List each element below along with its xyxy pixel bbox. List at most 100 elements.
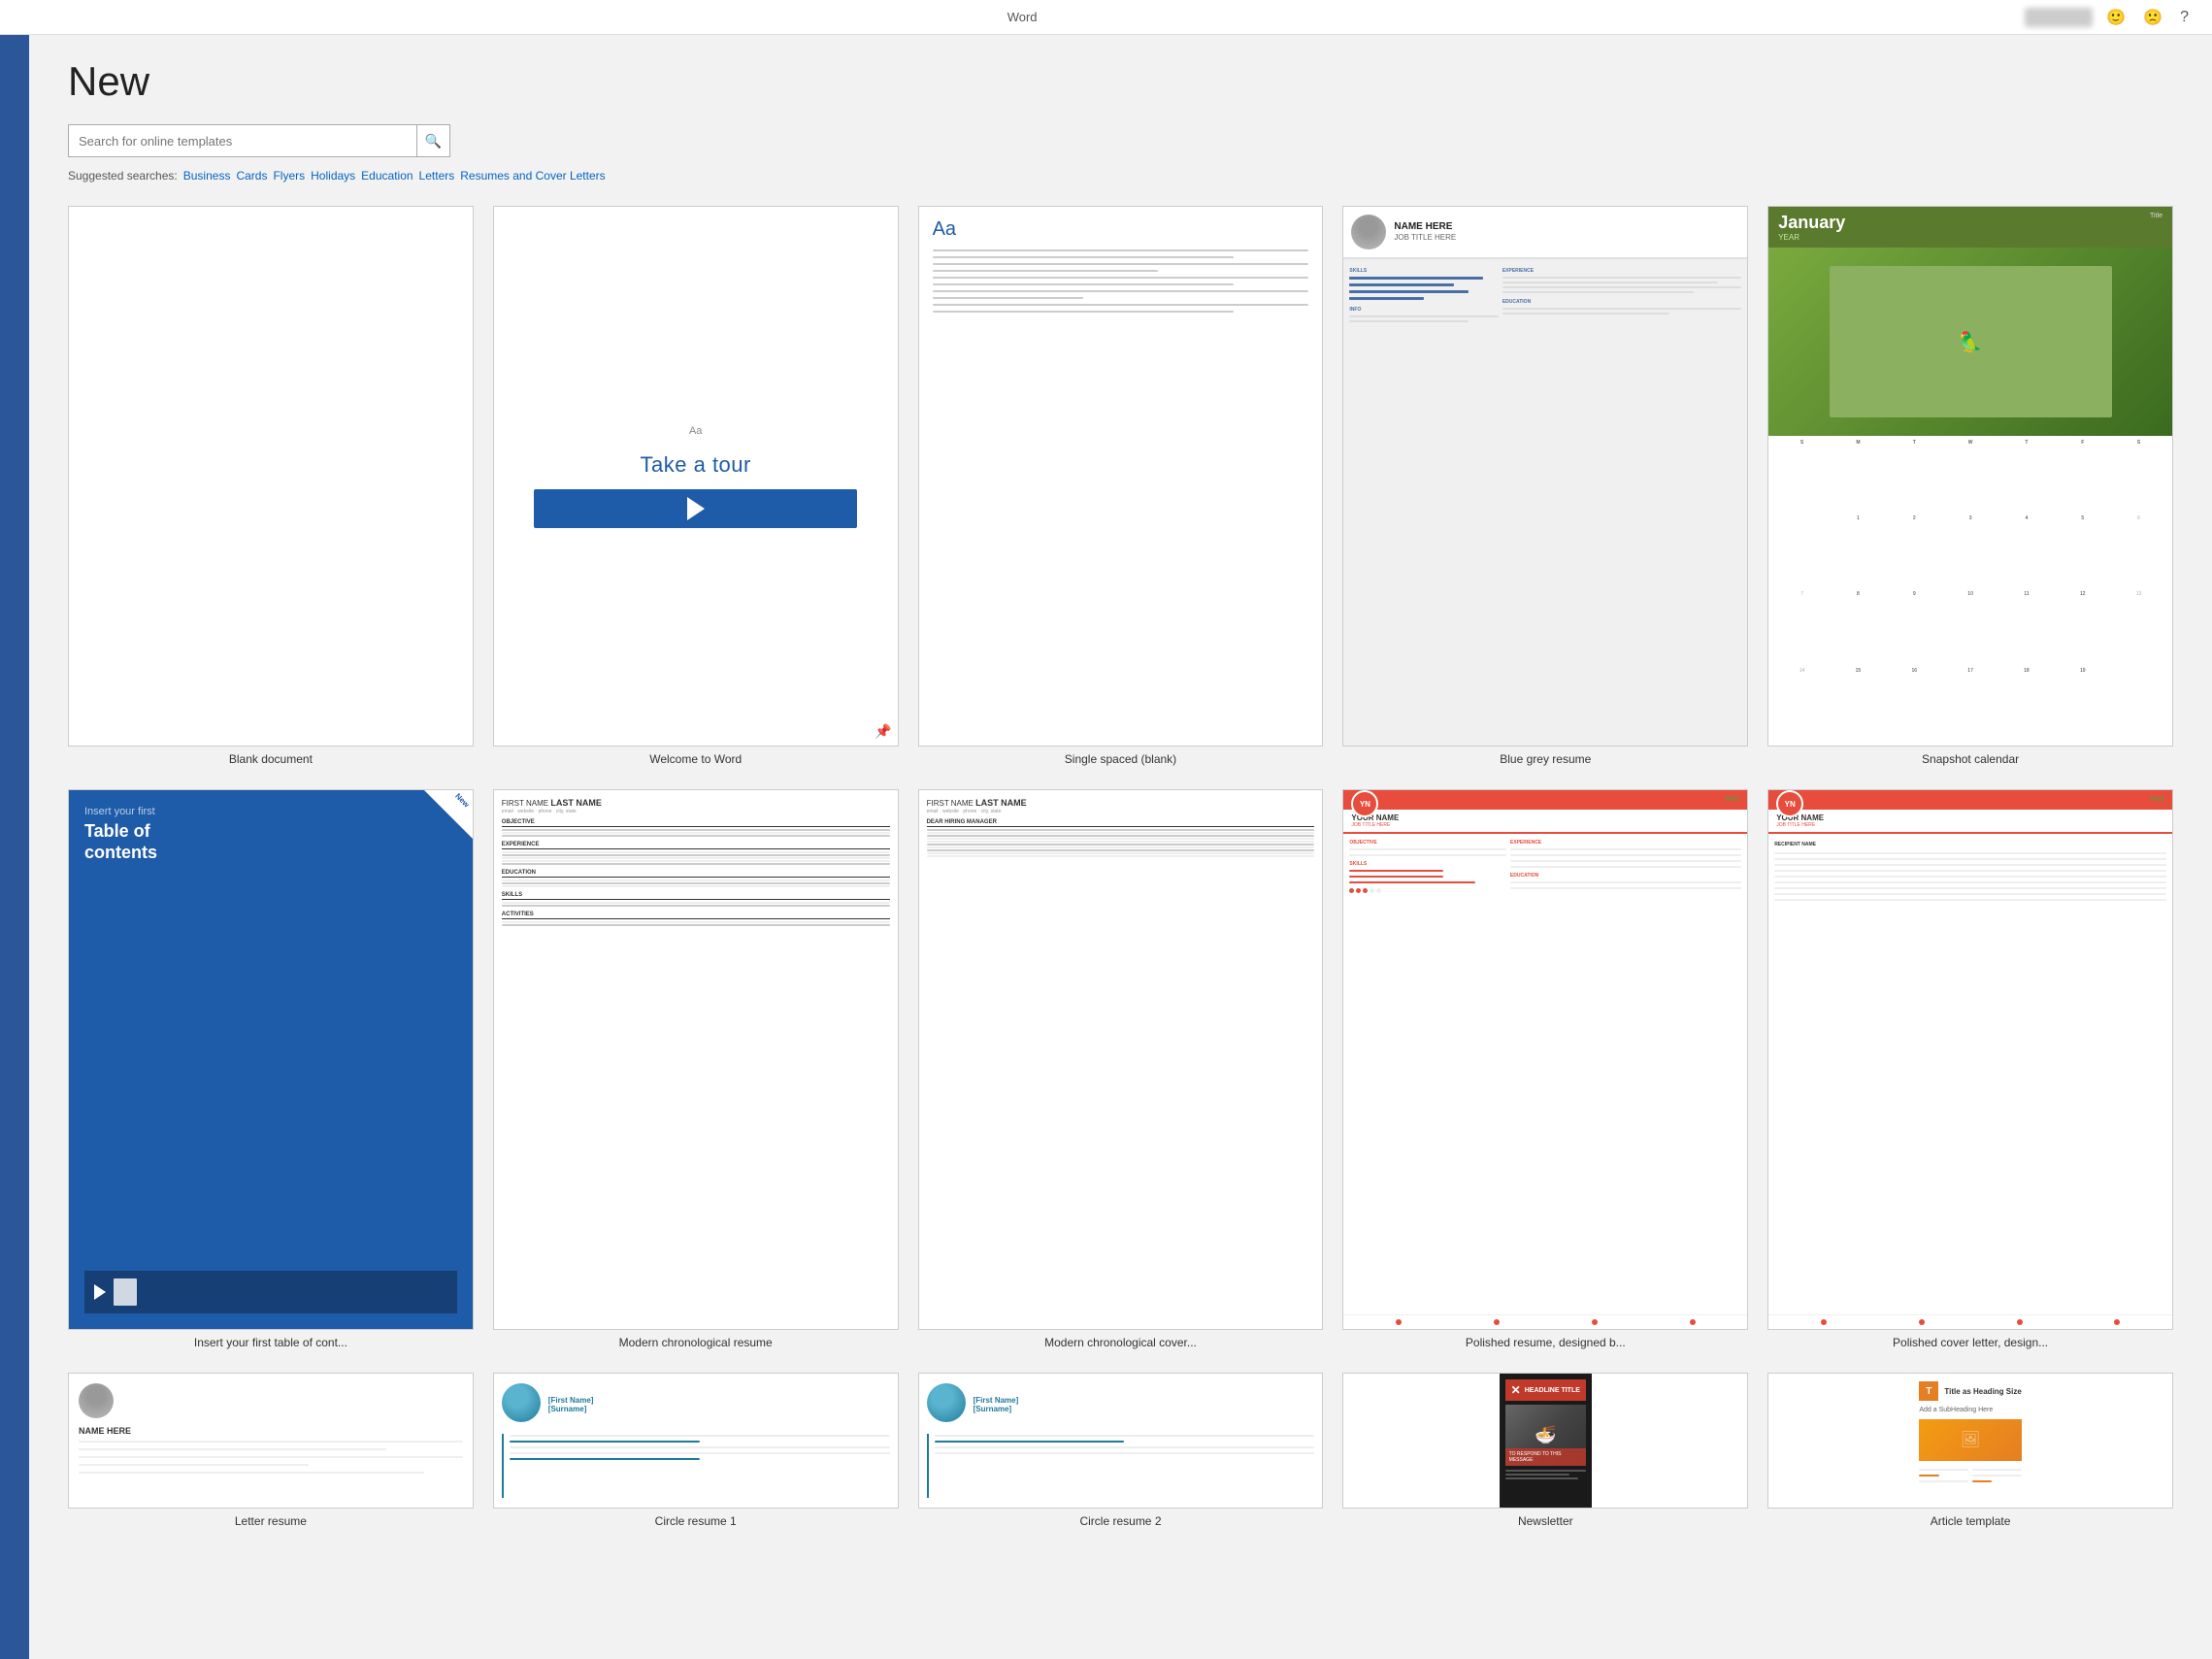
pr-objective-title: OBJECTIVE: [1349, 840, 1506, 846]
mcc-dear-l9: [927, 852, 1315, 854]
bgr-name: NAME HERE JOB TITLE HERE: [1394, 220, 1456, 243]
cr2-l4: [935, 1452, 1315, 1454]
template-welcome-to-word[interactable]: Aa Take a tour 📌 Welcome to Word: [493, 206, 899, 766]
template-blank-thumb[interactable]: [68, 206, 474, 747]
mcr-obj-l2: [502, 832, 890, 834]
suggested-letters[interactable]: Letters: [419, 169, 455, 182]
pc-l6: [1774, 881, 2166, 883]
pin-icon[interactable]: 📌: [875, 723, 891, 740]
frown-icon[interactable]: 🙁: [2139, 6, 2166, 29]
art-subtitle: Add a SubHeading Here: [1919, 1407, 2021, 1413]
mcr-edu-l1: [502, 879, 890, 881]
cal-d-16: 16: [1887, 667, 1942, 742]
template-blank-document[interactable]: Blank document: [68, 206, 474, 766]
mcr-experience: EXPERIENCE: [502, 842, 890, 866]
cal-d-13: 13: [2111, 590, 2166, 665]
template-snapshot-calendar[interactable]: January YEAR Title 🦜 S M T W: [1767, 206, 2173, 766]
pr-skill-bar-1: [1349, 870, 1443, 872]
mcr-skills-title: SKILLS: [502, 892, 890, 900]
mcr-content: FIRST NAME LAST NAME email · website · p…: [494, 790, 898, 1329]
top-bar: Word 🙂 🙁 ?: [0, 0, 2212, 35]
cal-d-7: 7: [1774, 590, 1830, 665]
template-modern-chrono-resume[interactable]: FIRST NAME LAST NAME email · website · p…: [493, 789, 899, 1349]
bgr-skills-title: SKILLS: [1349, 268, 1498, 274]
cr2-photo: [927, 1383, 966, 1422]
template-nl-thumb[interactable]: ✕ HEADLINE TITLE 🍜 TO RESPOND TO THIS ME…: [1342, 1373, 1748, 1509]
template-toc-thumb[interactable]: New Insert your first Table ofcontents: [68, 789, 474, 1330]
search-button[interactable]: 🔍: [417, 124, 450, 157]
cal-d-10: 10: [1943, 590, 1998, 665]
template-grid-row2: New Insert your first Table ofcontents I…: [68, 789, 2173, 1349]
template-pr-thumb[interactable]: YN MOO YOUR NAME JOB TITLE HERE OBJECTIV…: [1342, 789, 1748, 1330]
cr1-photo: [502, 1383, 541, 1422]
template-polished-resume[interactable]: YN MOO YOUR NAME JOB TITLE HERE OBJECTIV…: [1342, 789, 1748, 1349]
template-modern-chrono-cover[interactable]: FIRST NAME LAST NAME email · website · p…: [918, 789, 1324, 1349]
cr2-firstname: [First Name]: [974, 1396, 1019, 1405]
cal-d-3: 3: [1943, 514, 1998, 589]
cal-d-17: 17: [1943, 667, 1998, 742]
template-single-spaced[interactable]: Aa Single spaced (blank): [918, 206, 1324, 766]
template-single-spaced-thumb[interactable]: Aa: [918, 206, 1324, 747]
mcc-dear-l8: [927, 849, 1315, 851]
pc-top-bar: YN MOO: [1768, 790, 2172, 810]
cal-photo-area: 🦜: [1768, 248, 2172, 436]
template-art-label: Article template: [1931, 1514, 2011, 1528]
nl-img-overlay: TO RESPOND TO THIS MESSAGE: [1505, 1448, 1586, 1466]
template-newsletter[interactable]: ✕ HEADLINE TITLE 🍜 TO RESPOND TO THIS ME…: [1342, 1373, 1748, 1528]
pr-exp-title: EXPERIENCE: [1510, 840, 1741, 846]
help-icon[interactable]: ?: [2176, 7, 2193, 28]
template-toc[interactable]: New Insert your first Table ofcontents I…: [68, 789, 474, 1349]
template-cr1-thumb[interactable]: [First Name] [Surname]: [493, 1373, 899, 1509]
template-polished-cover[interactable]: YN MOO YOUR NAME JOB TITLE HERE RECIPIEN…: [1767, 789, 2173, 1349]
pc-your-name: YOUR NAME: [1776, 813, 2164, 822]
template-circle-resume-2[interactable]: [First Name] [Surname] Circle resume 2: [918, 1373, 1324, 1528]
template-mcc-label: Modern chronological cover...: [1044, 1336, 1197, 1349]
cal-d-5: 5: [2055, 514, 2110, 589]
pr-dots: [1349, 888, 1506, 893]
welcome-arrow-box: [534, 489, 857, 528]
cal-year: YEAR: [1778, 233, 1845, 242]
suggested-business[interactable]: Business: [183, 169, 231, 182]
template-article[interactable]: T Title as Heading Size Add a SubHeading…: [1767, 1373, 2173, 1528]
template-letter-resume[interactable]: NAME HERE Letter resume: [68, 1373, 474, 1528]
art-l6: [1972, 1480, 1992, 1482]
suggested-resumes[interactable]: Resumes and Cover Letters: [460, 169, 605, 182]
search-input[interactable]: [68, 124, 417, 157]
suggested-education[interactable]: Education: [361, 169, 413, 182]
ss-line-4: [933, 270, 1159, 272]
mcr-objective: OBJECTIVE: [502, 819, 890, 838]
template-welcome-thumb[interactable]: Aa Take a tour 📌: [493, 206, 899, 747]
template-mcc-thumb[interactable]: FIRST NAME LAST NAME email · website · p…: [918, 789, 1324, 1330]
suggested-holidays[interactable]: Holidays: [311, 169, 355, 182]
bgr-exp-line-4: [1502, 291, 1694, 293]
suggested-cards[interactable]: Cards: [236, 169, 267, 182]
template-welcome-label: Welcome to Word: [649, 752, 742, 766]
suggested-flyers[interactable]: Flyers: [273, 169, 305, 182]
template-mcr-thumb[interactable]: FIRST NAME LAST NAME email · website · p…: [493, 789, 899, 1330]
pr-dot-3: [1363, 888, 1368, 893]
template-bgr-thumb[interactable]: NAME HERE JOB TITLE HERE SKILLS INFO: [1342, 206, 1748, 747]
template-cal-thumb[interactable]: January YEAR Title 🦜 S M T W: [1767, 206, 2173, 747]
cal-month: January: [1778, 213, 1845, 233]
template-toc-label: Insert your first table of cont...: [194, 1336, 347, 1349]
cr1-l2: [510, 1441, 700, 1443]
nl-body: [1505, 1470, 1586, 1502]
template-cal-label: Snapshot calendar: [1922, 752, 2019, 766]
art-col-2: [1972, 1468, 2022, 1500]
mcr-exp-l4: [502, 860, 890, 862]
template-pc-label: Polished cover letter, design...: [1893, 1336, 2048, 1349]
cr2-body: [927, 1434, 1315, 1498]
template-circle-resume-1[interactable]: [First Name] [Surname] Circle resume 1: [493, 1373, 899, 1528]
cal-dh-w: W: [1943, 440, 1998, 513]
smile-icon[interactable]: 🙂: [2102, 6, 2129, 29]
template-pc-thumb[interactable]: YN MOO YOUR NAME JOB TITLE HERE RECIPIEN…: [1767, 789, 2173, 1330]
ss-line-2: [933, 256, 1234, 258]
template-art-thumb[interactable]: T Title as Heading Size Add a SubHeading…: [1767, 1373, 2173, 1509]
template-blue-grey-resume[interactable]: NAME HERE JOB TITLE HERE SKILLS INFO: [1342, 206, 1748, 766]
page-title: New: [68, 58, 2173, 105]
cal-d-15: 15: [1831, 667, 1886, 742]
toc-doc-icon: [114, 1278, 137, 1306]
template-cr2-thumb[interactable]: [First Name] [Surname]: [918, 1373, 1324, 1509]
toc-arrow-icon: [94, 1284, 106, 1300]
template-lr-thumb[interactable]: NAME HERE: [68, 1373, 474, 1509]
